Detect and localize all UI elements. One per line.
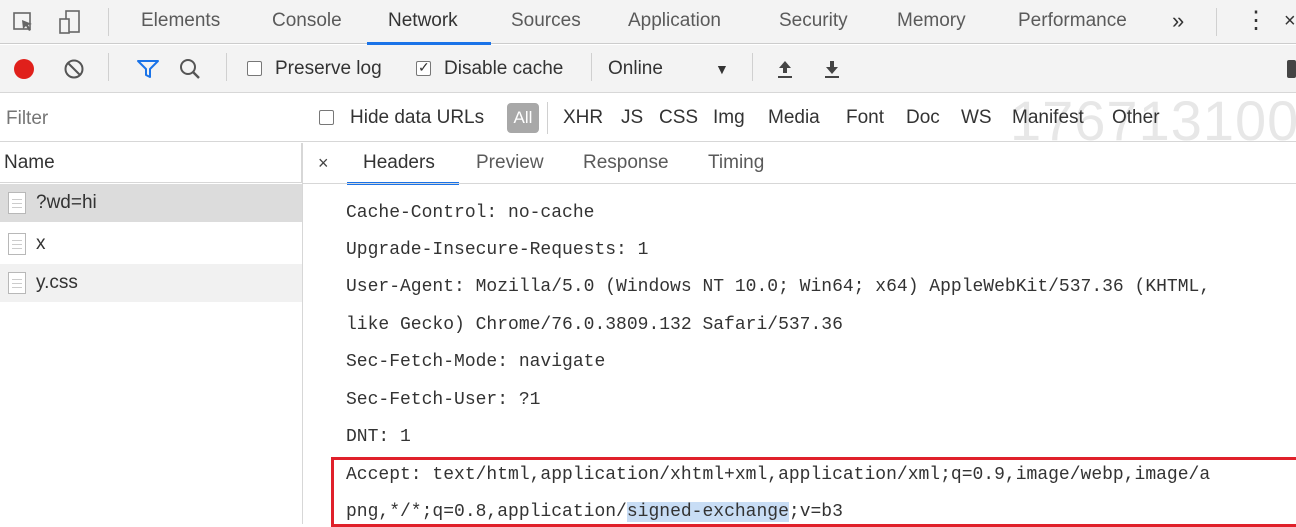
tab-memory[interactable]: Memory: [897, 0, 966, 44]
search-icon[interactable]: [178, 57, 202, 81]
request-name: y.css: [36, 272, 78, 293]
device-toolbar-icon[interactable]: [58, 8, 84, 36]
toolbar-divider: [226, 53, 227, 81]
import-har-icon[interactable]: [775, 58, 795, 80]
highlight-box: [331, 457, 1296, 527]
document-icon: [8, 192, 26, 214]
tab-security[interactable]: Security: [779, 0, 848, 44]
tab-sources[interactable]: Sources: [511, 0, 581, 44]
filter-type-other[interactable]: Other: [1112, 94, 1160, 142]
tab-performance[interactable]: Performance: [1018, 0, 1127, 44]
clear-icon[interactable]: [63, 58, 85, 80]
throttling-select[interactable]: Online: [608, 45, 663, 93]
toolbar-divider: [108, 8, 109, 36]
filter-type-font[interactable]: Font: [846, 94, 884, 142]
tab-timing[interactable]: Timing: [708, 143, 764, 183]
inspect-element-icon[interactable]: [12, 10, 36, 34]
menu-icon[interactable]: ⋮: [1244, 0, 1268, 44]
record-icon[interactable]: [14, 59, 34, 79]
request-row[interactable]: x: [0, 225, 302, 263]
tab-application[interactable]: Application: [628, 0, 721, 44]
preserve-log-checkbox[interactable]: [247, 61, 262, 76]
column-divider: [302, 143, 303, 524]
disable-cache-label[interactable]: Disable cache: [444, 45, 563, 93]
settings-gear-icon[interactable]: [1287, 60, 1296, 78]
close-icon[interactable]: ×: [318, 143, 329, 183]
header-line: Sec-Fetch-Mode: navigate: [346, 352, 606, 372]
name-column-header[interactable]: Name: [0, 143, 302, 183]
toolbar-divider: [591, 53, 592, 81]
header-line: Sec-Fetch-User: ?1: [346, 390, 541, 410]
request-name: x: [36, 233, 46, 254]
filter-type-manifest[interactable]: Manifest: [1012, 94, 1084, 142]
tab-console[interactable]: Console: [272, 0, 342, 44]
hide-data-urls-label[interactable]: Hide data URLs: [350, 94, 484, 142]
document-icon: [8, 233, 26, 255]
toolbar-divider: [752, 53, 753, 81]
name-column-label: Name: [4, 152, 55, 173]
tab-preview[interactable]: Preview: [476, 143, 544, 183]
document-icon: [8, 272, 26, 294]
header-line: DNT: 1: [346, 427, 411, 447]
toolbar-divider: [108, 53, 109, 81]
tab-response[interactable]: Response: [583, 143, 669, 183]
hide-data-urls-checkbox[interactable]: [319, 110, 334, 125]
filter-type-all[interactable]: All: [507, 103, 539, 133]
tab-headers[interactable]: Headers: [363, 143, 435, 183]
filter-type-ws[interactable]: WS: [961, 94, 992, 142]
request-row[interactable]: ?wd=hi: [0, 184, 302, 222]
filter-input[interactable]: [0, 102, 298, 136]
filter-type-doc[interactable]: Doc: [906, 94, 940, 142]
tab-divider: [303, 183, 1296, 184]
close-devtools-icon[interactable]: ×: [1284, 0, 1296, 44]
toolbar-divider: [1216, 8, 1217, 36]
filter-type-css[interactable]: CSS: [659, 94, 698, 142]
header-line: User-Agent: Mozilla/5.0 (Windows NT 10.0…: [346, 277, 1211, 297]
more-tabs-icon[interactable]: »: [1172, 0, 1184, 44]
devtools-tab-bar: Elements Console Network Sources Applica…: [0, 0, 1296, 45]
filter-icon[interactable]: [136, 58, 160, 80]
request-name: ?wd=hi: [36, 192, 97, 213]
filter-type-xhr[interactable]: XHR: [563, 94, 603, 142]
filter-type-img[interactable]: Img: [713, 94, 745, 142]
export-har-icon[interactable]: [822, 58, 842, 80]
filter-type-js[interactable]: JS: [621, 94, 643, 142]
preserve-log-label[interactable]: Preserve log: [275, 45, 382, 93]
toolbar-divider: [547, 102, 548, 134]
header-line: Upgrade-Insecure-Requests: 1: [346, 240, 649, 260]
chevron-down-icon[interactable]: ▼: [715, 45, 729, 93]
tab-elements[interactable]: Elements: [141, 0, 220, 44]
header-line: Cache-Control: no-cache: [346, 203, 595, 223]
disable-cache-checkbox[interactable]: [416, 59, 431, 76]
filter-type-media[interactable]: Media: [768, 94, 820, 142]
header-line: like Gecko) Chrome/76.0.3809.132 Safari/…: [346, 315, 843, 335]
request-row[interactable]: y.css: [0, 264, 302, 302]
network-toolbar: Preserve log Disable cache Online ▼: [0, 45, 1296, 93]
tab-network[interactable]: Network: [388, 0, 458, 44]
